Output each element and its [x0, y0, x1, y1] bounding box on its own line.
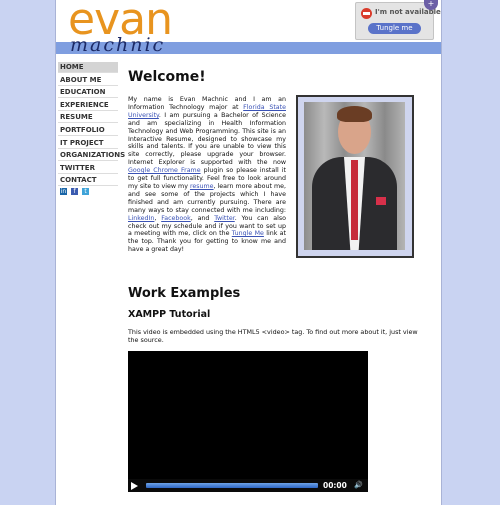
nav-item-home[interactable]: HOME: [58, 62, 118, 73]
twitter-link[interactable]: Twitter: [214, 215, 235, 222]
tungle-me-link[interactable]: Tungle Me: [232, 230, 264, 237]
work-examples-title: Work Examples: [128, 286, 241, 301]
bio-text: . I am pursuing a Bachelor of Science an…: [128, 111, 286, 167]
nav-item-education[interactable]: EDUCATION: [58, 87, 118, 99]
nav-item-about-me[interactable]: ABOUT ME: [58, 75, 118, 86]
play-icon[interactable]: [131, 482, 138, 490]
photo-hair: [337, 106, 372, 122]
video-progress-track[interactable]: [146, 483, 318, 488]
nav-item-experience[interactable]: EXPERIENCE: [58, 100, 118, 111]
facebook-link[interactable]: Facebook: [161, 215, 191, 222]
twitter-icon[interactable]: t: [82, 188, 89, 195]
xampp-tutorial-title: XAMPP Tutorial: [128, 309, 211, 320]
bio-paragraph: My name is Evan Machnic and I am an Info…: [128, 96, 286, 254]
tungle-status-widget: I'm not available Tungle me: [355, 2, 441, 40]
unavailable-icon: [361, 8, 372, 19]
linkedin-icon[interactable]: in: [60, 188, 67, 195]
volume-icon[interactable]: 🔊: [354, 481, 363, 489]
nav-item-organizations[interactable]: ORGANIZATIONS: [58, 150, 125, 162]
welcome-title: Welcome!: [128, 69, 206, 85]
facebook-icon[interactable]: f: [71, 188, 78, 195]
nav-item-portfolio[interactable]: PORTFOLIO: [58, 125, 118, 136]
photo-pocket-square: [376, 197, 386, 205]
nav-item-it-project[interactable]: IT PROJECT: [58, 138, 118, 149]
nav-item-twitter[interactable]: TWITTER: [58, 163, 118, 174]
chrome-frame-link[interactable]: Google Chrome Frame: [128, 167, 201, 174]
linkedin-link[interactable]: LinkedIn: [128, 215, 154, 222]
social-icons: in f t: [60, 178, 93, 197]
video-controls: 00:00 🔊: [128, 479, 368, 492]
tungle-me-button[interactable]: Tungle me: [368, 23, 421, 34]
nav-item-resume[interactable]: RESUME: [58, 112, 118, 124]
logo-machnic: machnic: [70, 34, 166, 56]
video-description: This video is embedded using the HTML5 <…: [128, 328, 418, 344]
bio-text: , and: [190, 214, 215, 222]
video-player[interactable]: [128, 351, 368, 492]
resume-link[interactable]: resume: [190, 183, 214, 190]
video-time: 00:00: [323, 481, 347, 490]
sidebar-nav: HOME ABOUT ME EDUCATION EXPERIENCE RESUM…: [58, 62, 125, 188]
profile-photo: [304, 102, 405, 250]
photo-tie: [351, 160, 358, 240]
